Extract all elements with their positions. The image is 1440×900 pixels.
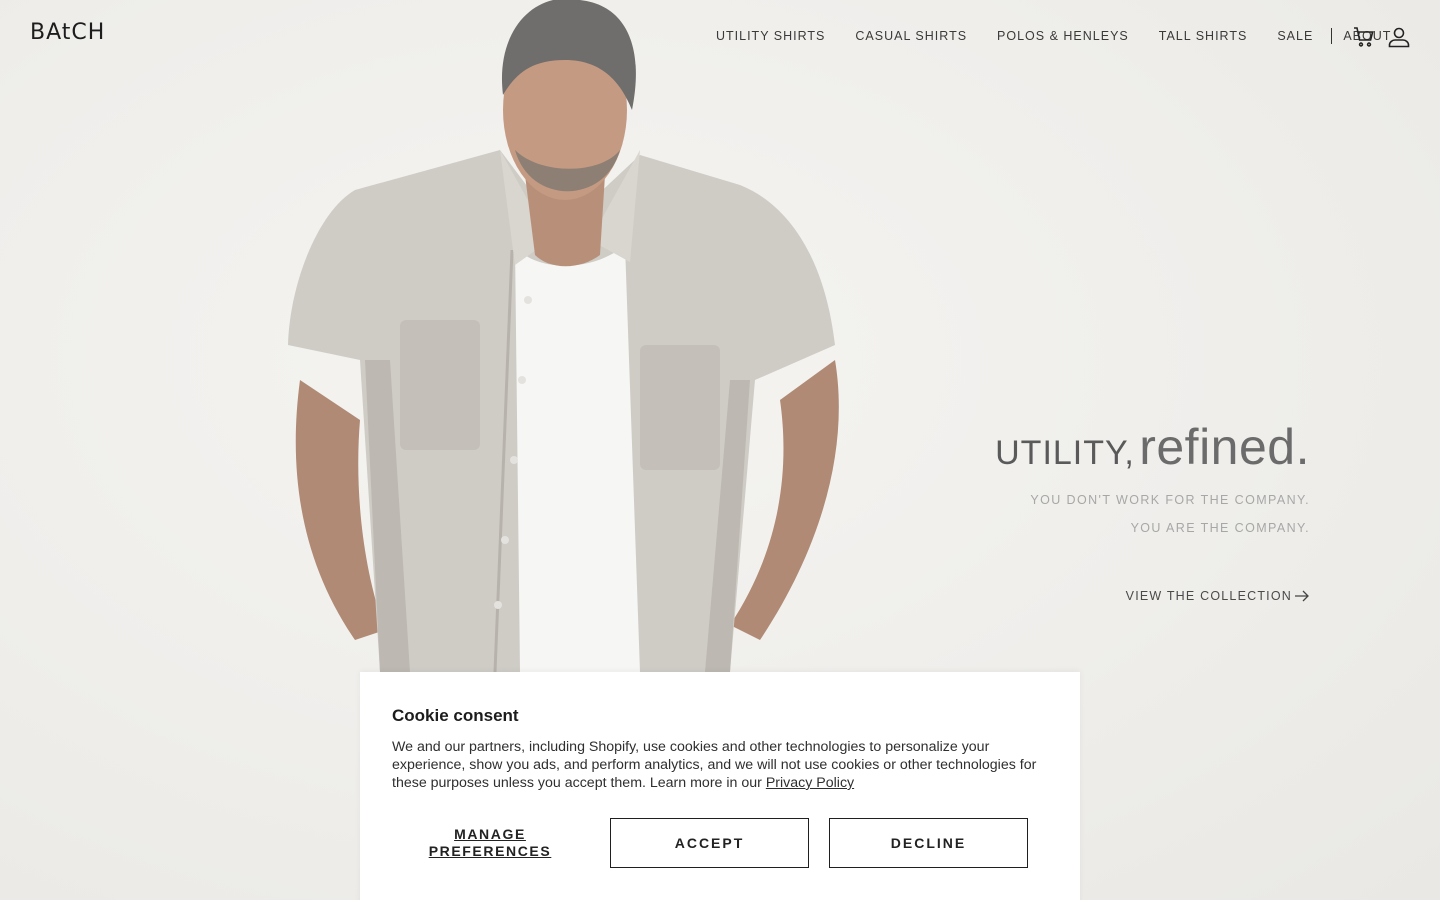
arrow-right-icon: [1295, 590, 1309, 602]
privacy-policy-link[interactable]: Privacy Policy: [766, 775, 854, 791]
decline-button[interactable]: DECLINE: [829, 818, 1028, 868]
nav-sale[interactable]: SALE: [1277, 29, 1313, 43]
nav-divider: [1331, 28, 1332, 44]
hero-tagline: YOU DON'T WORK FOR THE COMPANY. YOU ARE …: [995, 486, 1310, 542]
cookie-consent-banner: Cookie consent We and our partners, incl…: [360, 672, 1080, 900]
account-icon[interactable]: [1387, 25, 1411, 49]
headline-refined: refined.: [1139, 419, 1310, 475]
brand-logo[interactable]: BAtCH: [30, 20, 105, 45]
cookie-text: We and our partners, including Shopify, …: [392, 738, 1048, 792]
page: BAtCH UTILITY SHIRTS CASUAL SHIRTS POLOS…: [0, 0, 1440, 900]
nav-casual-shirts[interactable]: CASUAL SHIRTS: [855, 29, 967, 43]
nav-polos-henleys[interactable]: POLOS & HENLEYS: [997, 29, 1129, 43]
hero-model-image: [288, 0, 839, 672]
tagline-line-2: YOU ARE THE COMPANY.: [1130, 521, 1310, 535]
cart-icon[interactable]: [1352, 25, 1376, 49]
hero-copy: UTILITY, refined. YOU DON'T WORK FOR THE…: [995, 418, 1310, 542]
tagline-line-1: YOU DON'T WORK FOR THE COMPANY.: [1030, 493, 1310, 507]
nav-tall-shirts[interactable]: TALL SHIRTS: [1159, 29, 1248, 43]
manage-label-line-2: PREFERENCES: [428, 843, 552, 859]
view-collection-link[interactable]: VIEW THE COLLECTION: [1126, 589, 1310, 603]
cookie-actions: MANAGE PREFERENCES ACCEPT DECLINE: [392, 818, 1028, 868]
cookie-title: Cookie consent: [392, 706, 519, 725]
headline-utility: UTILITY,: [995, 434, 1135, 472]
hero-headline: UTILITY, refined.: [995, 418, 1310, 476]
manage-label-line-1: MANAGE: [454, 826, 526, 842]
manage-preferences-button[interactable]: MANAGE PREFERENCES: [392, 826, 588, 860]
view-collection-label: VIEW THE COLLECTION: [1125, 589, 1292, 603]
accept-button[interactable]: ACCEPT: [610, 818, 809, 868]
cookie-body: We and our partners, including Shopify, …: [392, 739, 1037, 791]
